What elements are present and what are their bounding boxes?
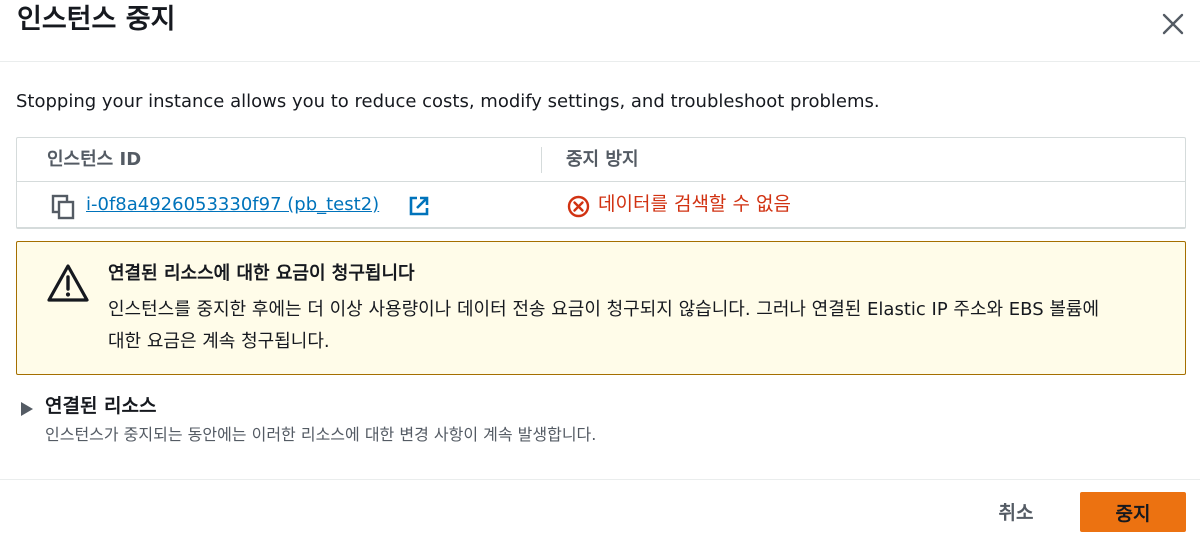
column-header-stop-protection: 중지 방지: [566, 149, 639, 170]
alert-body: 인스턴스를 중지한 후에는 더 이상 사용량이나 데이터 전송 요금이 청구되지…: [108, 299, 1100, 352]
modal-footer: 취소 중지: [0, 479, 1200, 535]
associated-resources-expander[interactable]: 연결된 리소스 인스턴스가 중지되는 동안에는 이러한 리소스에 대한 변경 사…: [16, 392, 816, 448]
stop-instance-modal: 인스턴스 중지 Stopping your instance allows yo…: [0, 0, 1200, 535]
cancel-button[interactable]: 취소: [968, 492, 1064, 530]
modal-header: 인스턴스 중지: [0, 0, 1200, 62]
column-header-instance-id: 인스턴스 ID: [47, 149, 142, 170]
instance-id-link[interactable]: i-0f8a4926053330f97 (pb_test2): [86, 191, 379, 219]
external-link-icon[interactable]: [408, 195, 430, 217]
modal-title: 인스턴스 중지: [17, 4, 176, 35]
copy-icon[interactable]: [51, 194, 77, 220]
error-icon: [567, 195, 590, 218]
expander-description: 인스턴스가 중지되는 동안에는 이러한 리소스에 대한 변경 사항이 계속 발생…: [45, 425, 597, 444]
expander-title[interactable]: 연결된 리소스: [45, 392, 157, 420]
stop-protection-status: 데이터를 검색할 수 없음: [598, 193, 791, 215]
table-header-row: 인스턴스 ID 중지 방지: [17, 138, 1185, 182]
warning-icon: [47, 264, 89, 302]
warning-alert: 연결된 리소스에 대한 요금이 청구됩니다 인스턴스를 중지한 후에는 더 이상…: [16, 241, 1186, 375]
close-icon: [1162, 13, 1184, 35]
instances-table: 인스턴스 ID 중지 방지 i-0f8a4926053330f97 (pb_te…: [16, 137, 1186, 229]
intro-text: Stopping your instance allows you to red…: [16, 91, 880, 112]
column-divider: [541, 147, 542, 173]
alert-title: 연결된 리소스에 대한 요금이 청구됩니다: [108, 263, 415, 284]
stop-button[interactable]: 중지: [1080, 492, 1186, 532]
close-button[interactable]: [1158, 9, 1188, 39]
table-row: i-0f8a4926053330f97 (pb_test2) 데이터를 검색할 …: [17, 183, 1185, 229]
caret-right-icon[interactable]: [20, 402, 34, 416]
